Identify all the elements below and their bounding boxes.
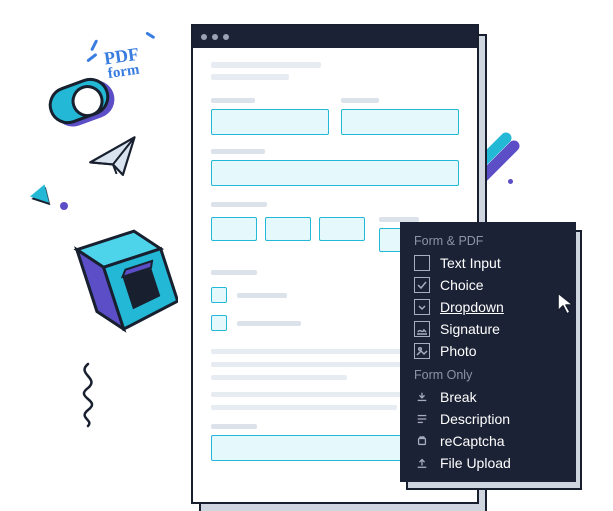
menu-item-label: Choice [440, 277, 562, 293]
text-input-field[interactable] [341, 109, 459, 135]
triangle-chip-icon [32, 184, 52, 200]
signature-icon [414, 321, 430, 337]
window-control-dot [223, 34, 229, 40]
menu-item-file-upload[interactable]: File Upload [400, 452, 576, 474]
menu-item-label: Signature [440, 321, 562, 337]
menu-item-label: Break [440, 389, 562, 405]
text-line-placeholder [211, 375, 347, 380]
field-label-placeholder [211, 149, 265, 154]
mouse-cursor-icon [556, 291, 578, 317]
menu-item-label: Photo [440, 343, 562, 359]
break-icon [414, 389, 430, 405]
section-label-placeholder [211, 202, 267, 207]
menu-item-label: reCaptcha [440, 433, 562, 449]
choice-option-field[interactable] [319, 217, 365, 241]
menu-item-label: Description [440, 411, 562, 427]
file-upload-icon [414, 455, 430, 471]
choice-option-field[interactable] [265, 217, 311, 241]
option-label-placeholder [237, 321, 301, 326]
description-icon [414, 411, 430, 427]
menu-item-recaptcha[interactable]: reCaptcha [400, 430, 576, 452]
window-control-dot [201, 34, 207, 40]
menu-item-label: Text Input [440, 255, 562, 271]
pdf-form-label: PDF form [103, 46, 142, 82]
choice-option-field[interactable] [211, 217, 257, 241]
dropdown-icon [414, 299, 430, 315]
menu-item-break[interactable]: Break [400, 386, 576, 408]
text-input-field[interactable] [211, 160, 459, 186]
menu-item-choice[interactable]: Choice [400, 274, 576, 296]
checkbox-field[interactable] [211, 315, 227, 331]
field-label-placeholder [211, 98, 255, 103]
choice-icon [414, 277, 430, 293]
menu-item-label: Dropdown [440, 299, 562, 315]
menu-group-label: Form & PDF [400, 232, 576, 252]
menu-item-label: File Upload [440, 455, 562, 471]
form-subtitle-placeholder [211, 74, 289, 80]
recaptcha-icon [414, 433, 430, 449]
window-titlebar [193, 26, 477, 48]
window-control-dot [212, 34, 218, 40]
photo-icon [414, 343, 430, 359]
menu-item-text-input[interactable]: Text Input [400, 252, 576, 274]
menu-item-dropdown[interactable]: Dropdown [400, 296, 576, 318]
field-label-placeholder [211, 424, 257, 429]
insert-element-menu[interactable]: Form & PDF Text Input Choice Dropdown Si… [400, 222, 576, 482]
toggle-graphic [43, 73, 114, 130]
option-label-placeholder [237, 293, 287, 298]
paper-plane-icon [85, 134, 145, 185]
checkbox-field[interactable] [211, 287, 227, 303]
text-input-icon [414, 255, 430, 271]
field-label-placeholder [341, 98, 379, 103]
menu-item-description[interactable]: Description [400, 408, 576, 430]
section-label-placeholder [211, 270, 257, 275]
text-input-field[interactable] [211, 109, 329, 135]
menu-item-signature[interactable]: Signature [400, 318, 576, 340]
squiggle-icon [58, 360, 118, 435]
menu-item-photo[interactable]: Photo [400, 340, 576, 362]
form-title-placeholder [211, 62, 321, 68]
menu-group-label: Form Only [400, 366, 576, 386]
text-line-placeholder [211, 405, 397, 410]
cube-icon [48, 210, 178, 355]
